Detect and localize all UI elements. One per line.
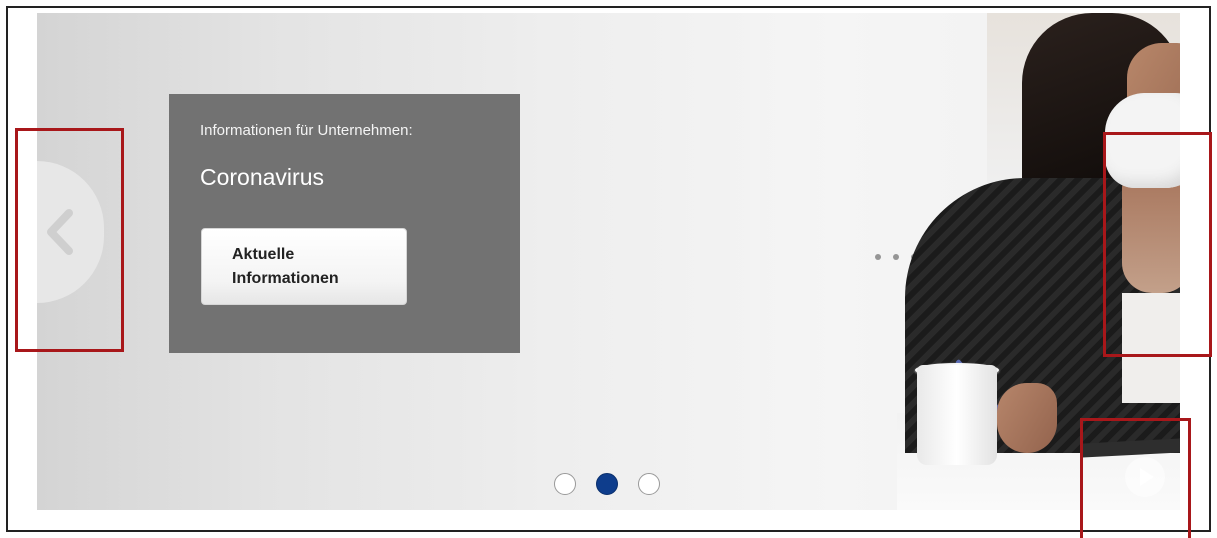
chevron-left-icon xyxy=(47,209,73,255)
pagination-dot-2-active[interactable] xyxy=(596,473,618,495)
pagination-dot-1[interactable] xyxy=(554,473,576,495)
play-icon xyxy=(1140,468,1154,486)
carousel-pagination xyxy=(554,473,664,499)
info-panel: Informationen für Unternehmen: Coronavir… xyxy=(169,94,520,353)
slide-photo-top xyxy=(1122,293,1180,403)
pagination-dot-3[interactable] xyxy=(638,473,660,495)
slide-photo-hand xyxy=(997,383,1057,453)
slide-photo-cup xyxy=(917,365,997,465)
cta-label-line2: Informationen xyxy=(232,270,339,287)
cta-label-line1: Aktuelle xyxy=(232,246,295,263)
slide-photo-neck xyxy=(1122,178,1180,293)
current-information-button[interactable]: Aktuelle Informationen xyxy=(201,228,407,305)
hero-carousel: Informationen für Unternehmen: Coronavir… xyxy=(37,13,1180,510)
info-eyebrow: Informationen für Unternehmen: xyxy=(200,122,413,139)
info-title: Coronavirus xyxy=(200,164,324,190)
carousel-next-button[interactable] xyxy=(1125,457,1165,497)
carousel-prev-button[interactable] xyxy=(37,161,104,303)
slide-photo-mask xyxy=(1105,93,1180,188)
